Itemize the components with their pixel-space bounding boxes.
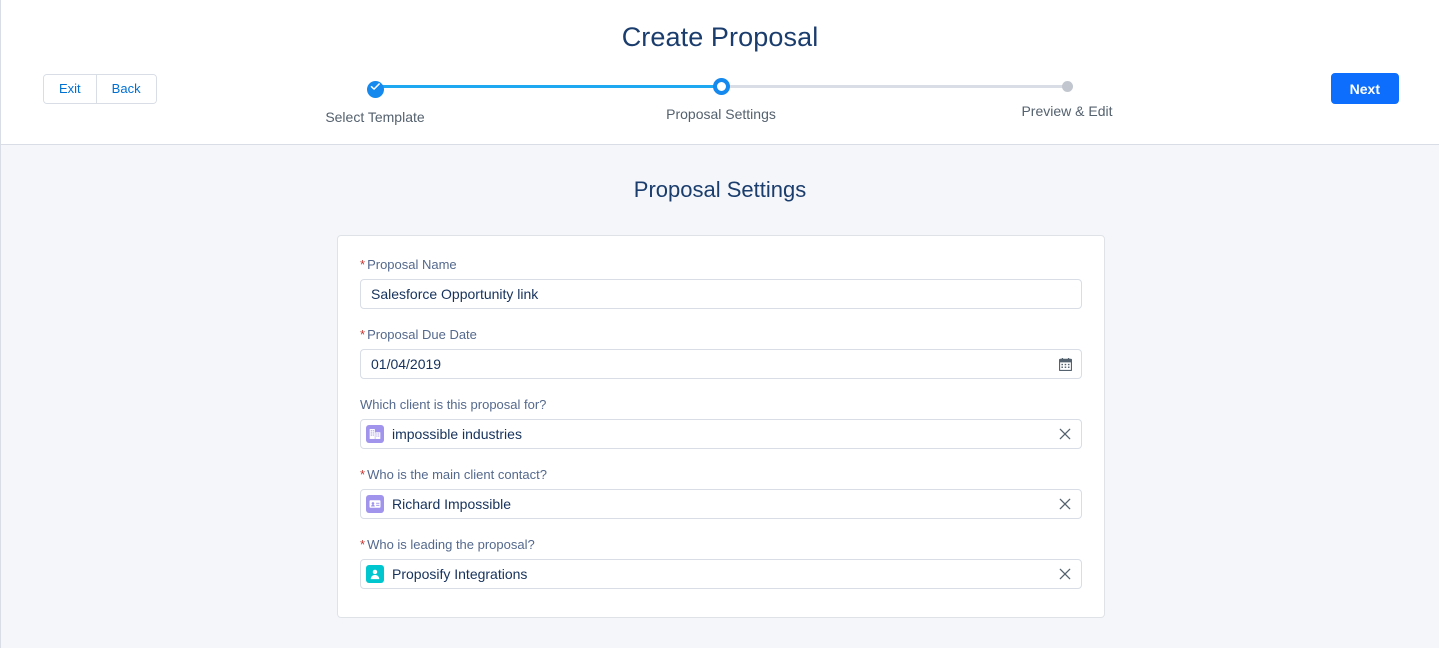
- step-current-indicator-icon: [713, 78, 730, 95]
- clear-icon[interactable]: [1055, 424, 1075, 444]
- field-proposal-name: *Proposal Name Salesforce Opportunity li…: [360, 257, 1082, 309]
- field-label-text: Who is leading the proposal?: [367, 537, 535, 552]
- proposal-lead-lookup-input[interactable]: Proposify Integrations: [360, 559, 1082, 589]
- field-label: *Who is leading the proposal?: [360, 537, 1082, 553]
- required-asterisk: *: [360, 257, 365, 272]
- field-proposal-lead: *Who is leading the proposal? Proposify …: [360, 537, 1082, 589]
- field-label-text: Which client is this proposal for?: [360, 397, 546, 412]
- step-complete-check-icon: [367, 81, 384, 98]
- field-client-contact: *Who is the main client contact? Richard…: [360, 467, 1082, 519]
- section-title: Proposal Settings: [1, 145, 1439, 203]
- page-title: Create Proposal: [1, 22, 1439, 53]
- next-button[interactable]: Next: [1331, 73, 1399, 104]
- step-label: Proposal Settings: [641, 106, 801, 122]
- create-proposal-page: Create Proposal Exit Back Next Select Te…: [0, 0, 1439, 648]
- input-value: impossible industries: [392, 420, 1071, 448]
- field-label: *Proposal Due Date: [360, 327, 1082, 343]
- required-asterisk: *: [360, 467, 365, 482]
- field-label-text: Who is the main client contact?: [367, 467, 547, 482]
- step-label: Preview & Edit: [987, 103, 1147, 119]
- field-label: Which client is this proposal for?: [360, 397, 1082, 413]
- page-header: Create Proposal Exit Back Next Select Te…: [1, 0, 1439, 145]
- field-label: *Who is the main client contact?: [360, 467, 1082, 483]
- exit-button[interactable]: Exit: [44, 75, 96, 103]
- input-value: Proposify Integrations: [392, 560, 1071, 588]
- account-icon: [366, 425, 384, 443]
- navigation-button-group: Exit Back: [43, 74, 157, 104]
- step-preview-edit[interactable]: Preview & Edit: [987, 78, 1147, 119]
- step-label: Select Template: [295, 109, 455, 125]
- user-icon: [366, 565, 384, 583]
- progress-stepper: Select Template Proposal Settings Previe…: [326, 78, 1116, 128]
- input-value: Richard Impossible: [392, 490, 1071, 518]
- contact-icon: [366, 495, 384, 513]
- field-label: *Proposal Name: [360, 257, 1082, 273]
- input-value: 01/04/2019: [371, 350, 1071, 378]
- back-button[interactable]: Back: [96, 75, 156, 103]
- clear-icon[interactable]: [1055, 564, 1075, 584]
- input-value: Salesforce Opportunity link: [371, 280, 1071, 308]
- proposal-settings-card: *Proposal Name Salesforce Opportunity li…: [337, 235, 1105, 618]
- client-lookup-input[interactable]: impossible industries: [360, 419, 1082, 449]
- client-contact-lookup-input[interactable]: Richard Impossible: [360, 489, 1082, 519]
- required-asterisk: *: [360, 327, 365, 342]
- field-label-text: Proposal Due Date: [367, 327, 477, 342]
- calendar-icon[interactable]: [1055, 354, 1075, 374]
- step-pending-indicator-icon: [1062, 81, 1073, 92]
- field-proposal-due-date: *Proposal Due Date 01/04/2019: [360, 327, 1082, 379]
- step-proposal-settings[interactable]: Proposal Settings: [641, 78, 801, 122]
- field-client: Which client is this proposal for?: [360, 397, 1082, 449]
- proposal-due-date-input[interactable]: 01/04/2019: [360, 349, 1082, 379]
- clear-icon[interactable]: [1055, 494, 1075, 514]
- required-asterisk: *: [360, 537, 365, 552]
- page-content: Proposal Settings *Proposal Name Salesfo…: [1, 145, 1439, 647]
- step-select-template[interactable]: Select Template: [295, 78, 455, 125]
- field-label-text: Proposal Name: [367, 257, 457, 272]
- proposal-name-input[interactable]: Salesforce Opportunity link: [360, 279, 1082, 309]
